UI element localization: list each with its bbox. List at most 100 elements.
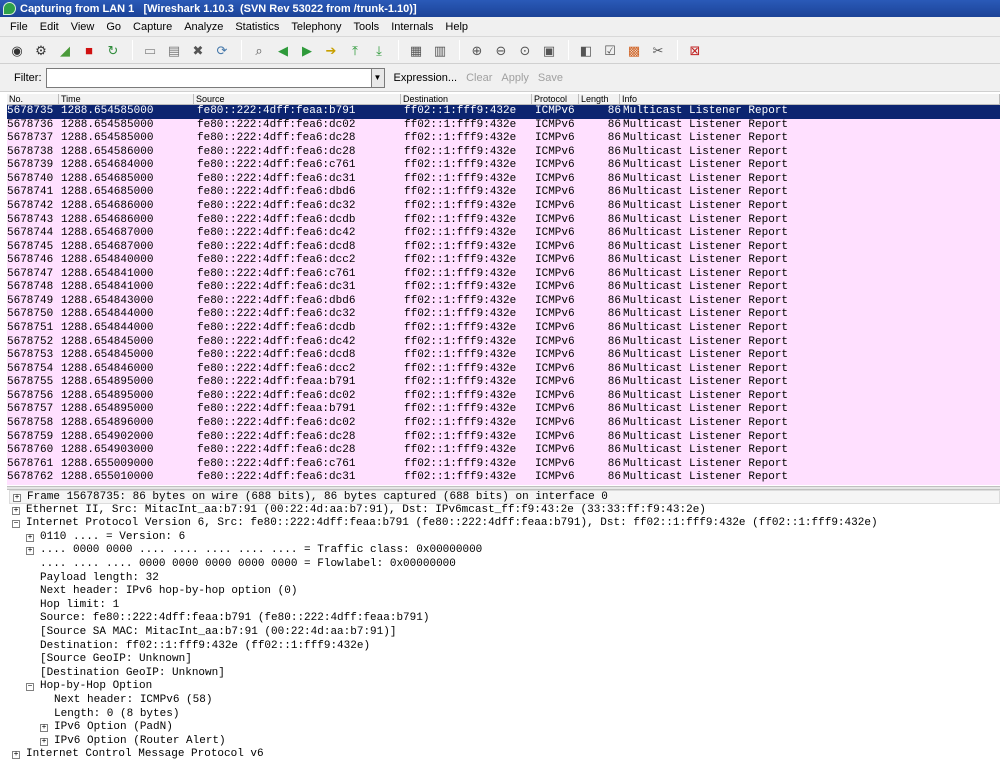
packet-details-tree[interactable]: + Frame 15678735: 86 bytes on wire (688 b…	[9, 490, 1000, 771]
table-row[interactable]: 5678752 1288.654845000 fe80::222:4dff:fea6…	[7, 335, 1000, 350]
capture-filters-button[interactable]: ◧	[575, 39, 597, 61]
col-no-header[interactable]: No.	[7, 94, 59, 105]
zoom-in-button[interactable]: ⊕	[466, 39, 488, 61]
table-row[interactable]: 5678756 1288.654895000 fe80::222:4dff:fea6…	[7, 389, 1000, 404]
start-capture-button[interactable]: ◢	[54, 39, 76, 61]
preferences-button[interactable]: ✂	[647, 39, 669, 61]
tree-item[interactable]: [Source SA MAC: MitacInt_aa:b7:91 (00:22…	[9, 626, 1000, 640]
packet-list[interactable]: No. Time Source Destination Protocol Length In…	[7, 94, 1000, 486]
interfaces-button[interactable]: ◉	[6, 39, 28, 61]
tree-item[interactable]: + Ethernet II, Src: MitacInt_aa:b7:91 (00…	[9, 504, 1000, 518]
table-row[interactable]: 5678736 1288.654585000 fe80::222:4dff:fea6…	[7, 118, 1000, 133]
tree-item[interactable]: Hop limit: 1	[9, 599, 1000, 613]
save-file-button[interactable]: ▤	[163, 39, 185, 61]
tree-item[interactable]: +0110 .... = Version: 6	[9, 531, 1000, 545]
auto-scroll-button[interactable]: ▥	[429, 39, 451, 61]
collapse-icon[interactable]: −	[26, 683, 34, 692]
zoom-out-button[interactable]: ⊖	[490, 39, 512, 61]
table-row[interactable]: 5678750 1288.654844000 fe80::222:4dff:fea6…	[7, 308, 1000, 322]
expand-icon[interactable]: +	[13, 494, 21, 502]
stop-capture-button[interactable]: ■	[78, 39, 100, 61]
menu-edit[interactable]: Edit	[34, 21, 65, 33]
normal-size-button[interactable]: ⊙	[514, 39, 536, 61]
tree-item[interactable]: − Hop-by-Hop Option	[9, 680, 1000, 694]
table-row[interactable]: 5678739 1288.654684000 fe80::222:4dff:fea6…	[7, 159, 1000, 173]
menu-help[interactable]: Help	[439, 21, 474, 33]
col-time-header[interactable]: Time	[59, 94, 194, 105]
expand-icon[interactable]: +	[26, 533, 34, 542]
menu-tools[interactable]: Tools	[348, 21, 386, 33]
coloring-rules-button[interactable]: ▩	[623, 39, 645, 61]
help-button[interactable]: ⊠	[684, 39, 706, 61]
go-last-button[interactable]: ⤓	[368, 39, 390, 61]
tree-item[interactable]: + .... 0000 0000 .... .... .... .... ....…	[9, 544, 1000, 558]
tree-item[interactable]: Next header: IPv6 hop-by-hop option (0)	[9, 585, 1000, 599]
tree-item[interactable]: [Destination GeoIP: Unknown]	[9, 667, 1000, 681]
tree-item[interactable]: + IPv6 Option (Router Alert)	[9, 735, 1000, 749]
table-row[interactable]: 5678748 1288.654841000 fe80::222:4dff:fea6…	[7, 281, 1000, 295]
expand-icon[interactable]: +	[12, 506, 20, 515]
table-row[interactable]: 5678759 1288.654902000 fe80::222:4dff:fea6…	[7, 430, 1000, 445]
colorize-button[interactable]: ▦	[405, 39, 427, 61]
menu-capture[interactable]: Capture	[127, 21, 178, 33]
col-source-header[interactable]: Source	[194, 94, 401, 105]
table-row[interactable]: 5678757 1288.654895000 fe80::222:4dff:feaa…	[7, 403, 1000, 417]
go-to-packet-button[interactable]: ➔	[320, 39, 342, 61]
table-row[interactable]: 5678746 1288.654840000 fe80::222:4dff:fea6…	[7, 254, 1000, 268]
table-row[interactable]: 5678744 1288.654687000 fe80::222:4dff:fea6…	[7, 227, 1000, 241]
col-destination-header[interactable]: Destination	[401, 94, 532, 105]
expression-button[interactable]: Expression...	[394, 72, 458, 84]
go-forward-button[interactable]: ▶	[296, 39, 318, 61]
capture-options-button[interactable]: ⚙	[30, 39, 52, 61]
table-row[interactable]: 5678754 1288.654846000 fe80::222:4dff:fea6…	[7, 362, 1000, 377]
menu-internals[interactable]: Internals	[385, 21, 439, 33]
reload-button[interactable]: ⟳	[211, 39, 233, 61]
tree-item[interactable]: Payload length: 32	[9, 572, 1000, 586]
go-first-button[interactable]: ⤒	[344, 39, 366, 61]
table-row[interactable]: 5678755 1288.654895000 fe80::222:4dff:feaa…	[7, 376, 1000, 390]
restart-capture-button[interactable]: ↻	[102, 39, 124, 61]
tree-item[interactable]: Next header: ICMPv6 (58)	[9, 694, 1000, 708]
col-protocol-header[interactable]: Protocol	[532, 94, 579, 105]
table-row[interactable]: 5678751 1288.654844000 fe80::222:4dff:fea6…	[7, 322, 1000, 336]
col-length-header[interactable]: Length	[579, 94, 620, 105]
table-row[interactable]: 5678760 1288.654903000 fe80::222:4dff:fea6…	[7, 444, 1000, 458]
close-file-button[interactable]: ✖	[187, 39, 209, 61]
menu-statistics[interactable]: Statistics	[229, 21, 285, 33]
menu-analyze[interactable]: Analyze	[178, 21, 229, 33]
menu-view[interactable]: View	[65, 21, 101, 33]
open-file-button[interactable]: ▭	[139, 39, 161, 61]
table-row[interactable]: 5678738 1288.654586000 fe80::222:4dff:fea6…	[7, 145, 1000, 160]
expand-icon[interactable]: +	[40, 724, 48, 733]
col-info-header[interactable]: Info	[620, 94, 1000, 105]
clear-button[interactable]: Clear	[466, 72, 492, 84]
table-row[interactable]: 5678753 1288.654845000 fe80::222:4dff:fea6…	[7, 349, 1000, 363]
table-row[interactable]: 5678745 1288.654687000 fe80::222:4dff:fea6…	[7, 240, 1000, 255]
menu-go[interactable]: Go	[100, 21, 127, 33]
menu-file[interactable]: File	[4, 21, 34, 33]
tree-item[interactable]: − Internet Protocol Version 6, Src: fe80:…	[9, 517, 1000, 531]
table-row[interactable]: 5678737 1288.654585000 fe80::222:4dff:fea6…	[7, 132, 1000, 146]
expand-icon[interactable]: +	[26, 547, 34, 556]
tree-item[interactable]: .... .... .... 0000 0000 0000 0000 0000 …	[9, 558, 1000, 572]
tree-item[interactable]: + IPv6 Option (PadN)	[9, 721, 1000, 735]
menu-telephony[interactable]: Telephony	[285, 21, 347, 33]
tree-item[interactable]: + Internet Control Message Protocol v6	[9, 748, 1000, 762]
go-back-button[interactable]: ◀	[272, 39, 294, 61]
expand-icon[interactable]: +	[40, 737, 48, 746]
table-row[interactable]: 5678742 1288.654686000 fe80::222:4dff:fea6…	[7, 199, 1000, 214]
tree-item[interactable]: Length: 0 (8 bytes)	[9, 708, 1000, 722]
table-row[interactable]: 5678761 1288.655009000 fe80::222:4dff:fea6…	[7, 457, 1000, 472]
filter-dropdown-button[interactable]: ▼	[371, 67, 385, 88]
table-row[interactable]: 5678740 1288.654685000 fe80::222:4dff:fea6…	[7, 172, 1000, 187]
expand-icon[interactable]: +	[12, 751, 20, 760]
apply-button[interactable]: Apply	[501, 72, 529, 84]
tree-item[interactable]: Destination: ff02::1:fff9:432e (ff02::1:…	[9, 640, 1000, 654]
find-packet-button[interactable]: ⌕	[248, 39, 270, 61]
table-row[interactable]: 5678747 1288.654841000 fe80::222:4dff:fea6…	[7, 267, 1000, 282]
table-row[interactable]: 5678741 1288.654685000 fe80::222:4dff:fea6…	[7, 186, 1000, 200]
resize-columns-button[interactable]: ▣	[538, 39, 560, 61]
table-row[interactable]: 5678762 1288.655010000 fe80::222:4dff:fea6…	[7, 471, 1000, 485]
save-button[interactable]: Save	[538, 72, 563, 84]
tree-item[interactable]: [Source GeoIP: Unknown]	[9, 653, 1000, 667]
